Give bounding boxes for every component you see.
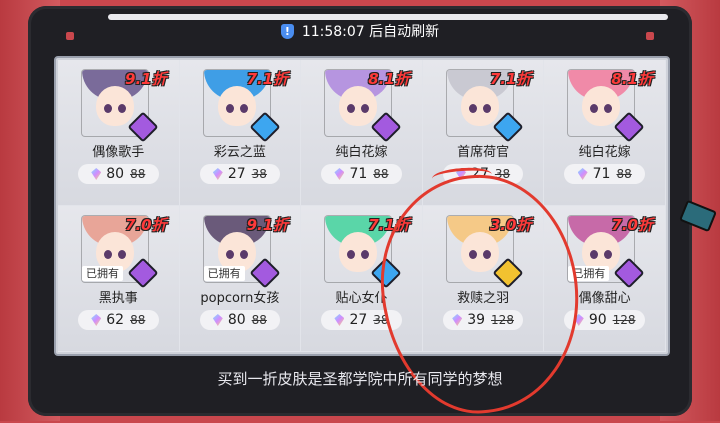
portrait-face (217, 86, 256, 126)
discount-label: 7.1折 (489, 70, 532, 88)
portrait-eye (118, 104, 126, 113)
skin-card[interactable]: 7.1折 彩云之蓝 27 38 (179, 60, 302, 206)
price-value: 80 (227, 312, 246, 328)
original-price: 88 (616, 167, 632, 181)
price-button[interactable]: 71 88 (564, 164, 645, 184)
skin-name: 彩云之蓝 (213, 145, 266, 160)
portrait-eye (118, 250, 126, 259)
portrait-eye (239, 250, 248, 259)
price-value: 71 (592, 166, 611, 182)
discount-label: 7.0折 (611, 216, 653, 234)
price-button[interactable]: 80 88 (78, 164, 159, 184)
gem-icon (334, 168, 345, 180)
original-price: 88 (373, 167, 389, 181)
gem-icon (212, 168, 223, 180)
portrait-eye (239, 104, 248, 113)
gem-icon (577, 168, 588, 180)
discount-label: 8.1折 (368, 70, 410, 88)
footer-slogan: 买到一折皮肤是圣都学院中所有同学的梦想 (217, 370, 503, 388)
price-value: 80 (106, 166, 125, 182)
skin-card[interactable]: 9.1折 偶像歌手 80 88 (58, 60, 180, 206)
original-price: 38 (251, 167, 267, 181)
price-value: 62 (106, 312, 125, 328)
refresh-timer-text: 11:58:07 后自动刷新 (301, 24, 440, 40)
price-value: 90 (588, 312, 607, 328)
portrait-eye (225, 250, 234, 259)
discount-label: 8.1折 (611, 70, 653, 88)
portrait-face (460, 86, 499, 126)
portrait-face (339, 86, 378, 126)
original-price: 88 (251, 313, 267, 327)
portrait-eye (482, 104, 491, 113)
portrait-eye (468, 104, 477, 113)
skin-name: popcorn女孩 (200, 291, 280, 306)
gem-icon (212, 314, 223, 326)
discount-label: 7.1折 (246, 70, 289, 88)
discount-label: 9.1折 (246, 216, 289, 234)
discount-label: 7.0折 (125, 216, 167, 234)
original-price: 88 (130, 313, 146, 327)
price-value: 27 (227, 166, 246, 182)
owned-tag: 已拥有 (82, 266, 123, 281)
skin-name: 纯白花嫁 (578, 145, 631, 160)
price-value: 71 (349, 166, 368, 182)
skin-card[interactable]: 8.1折 纯白花嫁 71 88 (544, 60, 666, 206)
portrait-face (96, 86, 134, 126)
price-button[interactable]: 27 38 (199, 164, 281, 184)
portrait-eye (104, 104, 112, 113)
portrait-face (582, 86, 621, 126)
gem-icon (91, 168, 102, 180)
skin-name: 首席荷官 (457, 145, 510, 160)
price-button[interactable]: 62 88 (78, 310, 159, 330)
skin-card[interactable]: 8.1折 纯白花嫁 71 88 (301, 60, 423, 206)
price-button[interactable]: 80 88 (199, 310, 281, 330)
portrait-face (339, 232, 378, 272)
skin-card[interactable]: 已拥有 9.1折 popcorn女孩 80 88 (179, 206, 302, 352)
refresh-timer: ! 11:58:07 后自动刷新 (0, 20, 720, 42)
owned-tag: 已拥有 (203, 266, 245, 281)
skin-name: 偶像歌手 (92, 145, 145, 160)
portrait-eye (225, 104, 234, 113)
price-button[interactable]: 71 88 (321, 164, 402, 184)
original-price: 128 (612, 313, 636, 327)
skin-name: 黑执事 (98, 291, 138, 306)
skin-name: 纯白花嫁 (335, 145, 388, 160)
original-price: 88 (130, 167, 146, 181)
gem-icon (334, 314, 345, 326)
shield-icon: ! (280, 23, 294, 39)
portrait-eye (104, 250, 112, 259)
gem-icon (91, 314, 102, 326)
discount-label: 9.1折 (125, 70, 167, 88)
price-value: 27 (349, 312, 368, 328)
skin-card[interactable]: 已拥有 7.0折 黑执事 62 88 (58, 206, 180, 352)
